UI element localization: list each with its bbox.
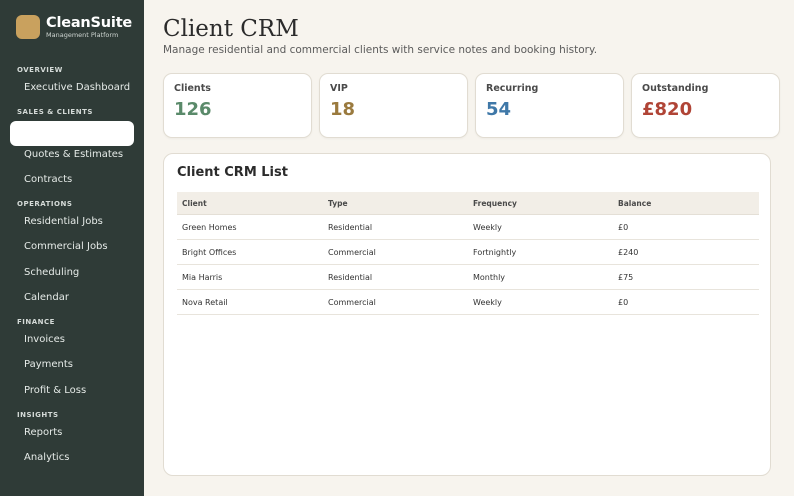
table-row[interactable]: Nova Retail Commercial Weekly £0 [177,290,759,315]
stat-value: £820 [642,99,693,120]
sidebar-item-scheduling[interactable]: Scheduling [24,267,79,278]
sidebar-item-active[interactable] [10,121,134,146]
sidebar-item-profit-loss[interactable]: Profit & Loss [24,385,86,396]
sidebar-item-executive-dashboard[interactable]: Executive Dashboard [24,82,130,93]
nav-section-operations: OPERATIONS [17,200,73,208]
sidebar-item-commercial-jobs[interactable]: Commercial Jobs [24,241,108,252]
stat-card-outstanding: Outstanding £820 [631,73,780,138]
sidebar-item-contracts[interactable]: Contracts [24,174,72,185]
stat-card-vip: VIP 18 [319,73,468,138]
sidebar: CleanSuite Management Platform OVERVIEW … [0,0,144,496]
cell-frequency: Weekly [473,297,502,307]
cell-client: Green Homes [182,222,237,232]
sidebar-item-reports[interactable]: Reports [24,427,62,438]
sidebar-item-residential-jobs[interactable]: Residential Jobs [24,216,103,227]
table-row[interactable]: Green Homes Residential Weekly £0 [177,215,759,240]
nav-section-sales-clients: SALES & CLIENTS [17,108,93,116]
page-subtitle: Manage residential and commercial client… [163,44,598,56]
page-title: Client CRM [163,16,299,42]
cell-frequency: Fortnightly [473,247,517,257]
sidebar-item-calendar[interactable]: Calendar [24,292,69,303]
stat-card-recurring: Recurring 54 [475,73,624,138]
sidebar-item-analytics[interactable]: Analytics [24,452,69,463]
cell-type: Residential [328,272,373,282]
stat-card-clients: Clients 126 [163,73,312,138]
cell-balance: £0 [618,222,629,232]
stat-label: Recurring [486,83,539,94]
panel-title: Client CRM List [177,165,288,180]
cell-frequency: Weekly [473,222,502,232]
column-header-balance[interactable]: Balance [618,192,651,214]
cell-balance: £75 [618,272,634,282]
stat-label: Outstanding [642,83,709,94]
brand-logo-icon [16,15,40,39]
nav-section-finance: FINANCE [17,318,55,326]
sidebar-item-quotes-estimates[interactable]: Quotes & Estimates [24,149,123,160]
table-row[interactable]: Mia Harris Residential Monthly £75 [177,265,759,290]
client-table: Client Type Frequency Balance Green Home… [177,192,759,315]
brand-subtitle: Management Platform [46,31,119,39]
column-header-type[interactable]: Type [328,192,348,214]
stat-value: 54 [486,99,512,120]
column-header-client[interactable]: Client [182,192,207,214]
table-header: Client Type Frequency Balance [177,192,759,215]
cell-balance: £0 [618,297,629,307]
cell-type: Residential [328,222,373,232]
stat-value: 18 [330,99,356,120]
cell-frequency: Monthly [473,272,506,282]
cell-balance: £240 [618,247,639,257]
column-header-frequency[interactable]: Frequency [473,192,517,214]
brand-name: CleanSuite [46,15,133,31]
stat-label: Clients [174,83,211,94]
cell-client: Mia Harris [182,272,223,282]
sidebar-item-payments[interactable]: Payments [24,359,73,370]
sidebar-item-invoices[interactable]: Invoices [24,334,65,345]
brand[interactable]: CleanSuite Management Platform [16,15,132,39]
cell-type: Commercial [328,297,376,307]
table-row[interactable]: Bright Offices Commercial Fortnightly £2… [177,240,759,265]
cell-client: Bright Offices [182,247,237,257]
stat-label: VIP [330,83,348,94]
cell-client: Nova Retail [182,297,228,307]
nav-section-overview: OVERVIEW [17,66,63,74]
nav-section-insights: INSIGHTS [17,411,59,419]
client-crm-panel: Client CRM List Client Type Frequency Ba… [163,153,771,476]
stat-value: 126 [174,99,212,120]
cell-type: Commercial [328,247,376,257]
